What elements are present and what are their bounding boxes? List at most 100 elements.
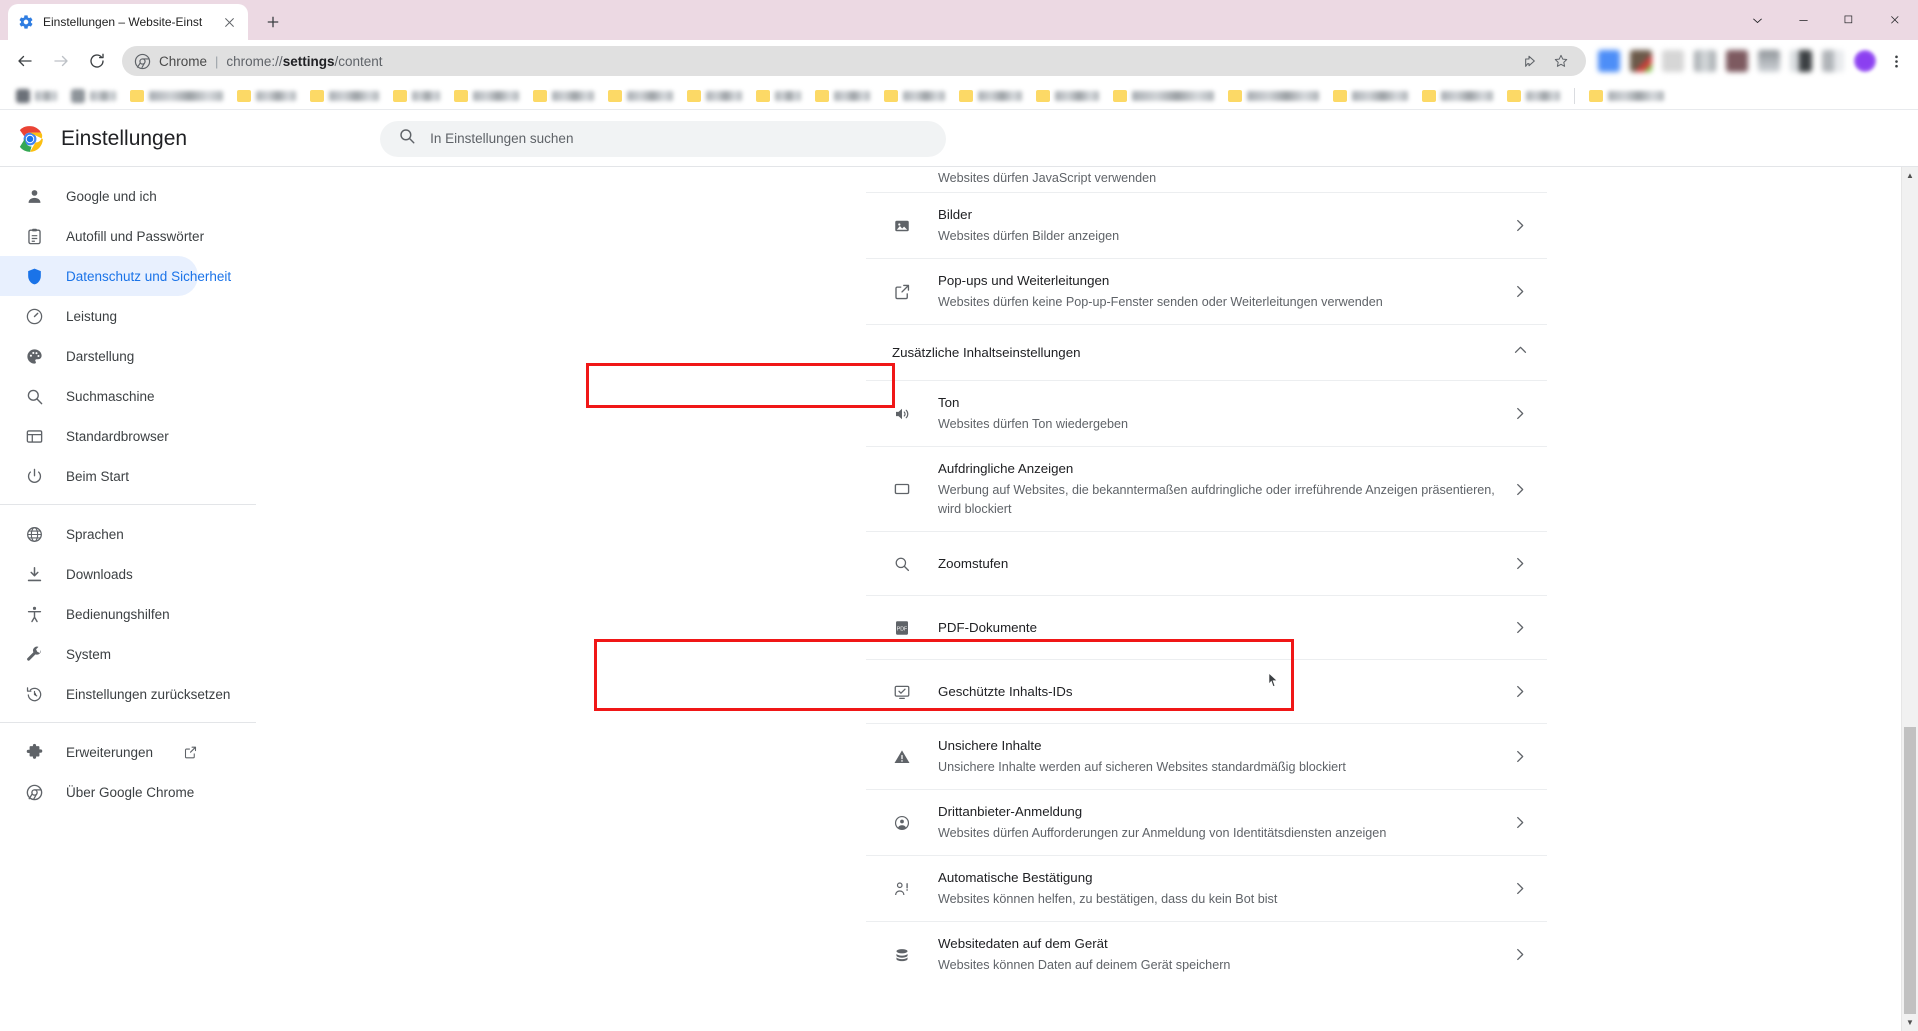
sidebar-item-leistung[interactable]: Leistung bbox=[0, 296, 198, 336]
section-header-zusaetzliche-inhaltseinstellungen[interactable]: Zusätzliche Inhaltseinstellungen bbox=[866, 325, 1547, 381]
forward-button[interactable] bbox=[44, 44, 78, 78]
sidebar-item-autofill[interactable]: Autofill und Passwörter bbox=[0, 216, 204, 256]
bookmark-label bbox=[90, 90, 116, 101]
bookmark-item[interactable] bbox=[65, 85, 122, 107]
sidebar-item-darstellung[interactable]: Darstellung bbox=[0, 336, 198, 376]
maximize-button[interactable] bbox=[1826, 0, 1872, 40]
setting-row-automatische-bestaetigung[interactable]: Automatische Bestätigung Websites können… bbox=[866, 856, 1547, 922]
sidebar-item-suchmaschine[interactable]: Suchmaschine bbox=[0, 376, 198, 416]
share-icon[interactable] bbox=[1520, 50, 1542, 72]
sidebar-item-google-und-ich[interactable]: Google und ich bbox=[0, 176, 198, 216]
bookmark-folder[interactable] bbox=[750, 85, 807, 107]
reload-button[interactable] bbox=[80, 44, 114, 78]
setting-row-ton[interactable]: Ton Websites dürfen Ton wiedergeben bbox=[866, 381, 1547, 447]
extension-icon[interactable] bbox=[1662, 50, 1684, 72]
setting-row-websitedaten-auf-dem-geraet[interactable]: Websitedaten auf dem Gerät Websites könn… bbox=[866, 922, 1547, 987]
chevron-right-icon[interactable] bbox=[1509, 683, 1529, 700]
window-close-button[interactable] bbox=[1872, 0, 1918, 40]
sidebar-item-downloads[interactable]: Downloads bbox=[0, 554, 198, 594]
chevron-right-icon[interactable] bbox=[1509, 748, 1529, 765]
tab-search-button[interactable] bbox=[1734, 0, 1780, 40]
setting-text: Automatische Bestätigung Websites können… bbox=[938, 856, 1509, 921]
chevron-right-icon[interactable] bbox=[1509, 555, 1529, 572]
bookmark-folder[interactable] bbox=[602, 85, 679, 107]
chevron-right-icon[interactable] bbox=[1509, 946, 1529, 963]
bookmark-folder[interactable] bbox=[304, 85, 385, 107]
extension-icon[interactable] bbox=[1598, 50, 1620, 72]
bookmark-folder[interactable] bbox=[1501, 85, 1566, 107]
settings-search-box[interactable]: In Einstellungen suchen bbox=[380, 120, 947, 157]
sidebar-item-zuruecksetzen[interactable]: Einstellungen zurücksetzen bbox=[0, 674, 230, 714]
extension-icon[interactable] bbox=[1726, 50, 1748, 72]
extension-icon[interactable] bbox=[1630, 50, 1652, 72]
chevron-right-icon[interactable] bbox=[1509, 481, 1529, 498]
chevron-right-icon[interactable] bbox=[1509, 283, 1529, 300]
sidebar-item-ueber-chrome[interactable]: Über Google Chrome bbox=[0, 772, 198, 812]
setting-row-aufdringliche-anzeigen[interactable]: Aufdringliche Anzeigen Werbung auf Websi… bbox=[866, 447, 1547, 532]
folder-icon bbox=[393, 89, 407, 102]
bookmark-folder[interactable] bbox=[387, 85, 446, 107]
bookmark-folder[interactable] bbox=[809, 85, 876, 107]
settings-body: Google und ich Autofill und Passwörter D… bbox=[0, 166, 1918, 1031]
setting-row-geschuetzte-inhalts-ids[interactable]: Geschützte Inhalts-IDs bbox=[866, 660, 1547, 724]
bookmark-folder[interactable] bbox=[124, 85, 229, 107]
back-button[interactable] bbox=[8, 44, 42, 78]
browser-tab[interactable]: Einstellungen – Website-Einst bbox=[8, 4, 248, 40]
setting-row-popups[interactable]: Pop-ups und Weiterleitungen Websites dür… bbox=[866, 259, 1547, 325]
bookmark-item[interactable] bbox=[10, 85, 63, 107]
bookmark-folder[interactable] bbox=[448, 85, 525, 107]
scrollbar-thumb[interactable] bbox=[1904, 727, 1916, 1014]
star-icon[interactable] bbox=[1550, 50, 1572, 72]
bookmark-folder[interactable] bbox=[1222, 85, 1325, 107]
chrome-icon bbox=[24, 782, 44, 802]
bookmark-label bbox=[1132, 90, 1214, 101]
setting-row-zoomstufen[interactable]: Zoomstufen bbox=[866, 532, 1547, 596]
scroll-down-button[interactable]: ▼ bbox=[1902, 1014, 1918, 1031]
bookmark-label bbox=[1608, 90, 1664, 101]
minimize-button[interactable] bbox=[1780, 0, 1826, 40]
bookmark-folder[interactable] bbox=[953, 85, 1028, 107]
bookmark-folder[interactable] bbox=[1030, 85, 1105, 107]
sidebar-item-sprachen[interactable]: Sprachen bbox=[0, 514, 198, 554]
chevron-right-icon[interactable] bbox=[1509, 814, 1529, 831]
bookmark-folder[interactable] bbox=[1583, 85, 1670, 107]
sidebar-item-datenschutz[interactable]: Datenschutz und Sicherheit bbox=[0, 256, 231, 296]
setting-row-pdf-dokumente[interactable]: PDF PDF-Dokumente bbox=[866, 596, 1547, 660]
setting-subtitle: Websites dürfen JavaScript verwenden bbox=[938, 171, 1157, 185]
sidebar-item-beim-start[interactable]: Beim Start bbox=[0, 456, 198, 496]
chevron-right-icon[interactable] bbox=[1509, 217, 1529, 234]
bookmark-folder[interactable] bbox=[878, 85, 951, 107]
setting-row-unsichere-inhalte[interactable]: Unsichere Inhalte Unsichere Inhalte werd… bbox=[866, 724, 1547, 790]
bookmark-folder[interactable] bbox=[1416, 85, 1499, 107]
setting-row-drittanbieter-anmeldung[interactable]: Drittanbieter-Anmeldung Websites dürfen … bbox=[866, 790, 1547, 856]
search-input[interactable]: In Einstellungen suchen bbox=[430, 131, 573, 146]
bookmark-folder[interactable] bbox=[1107, 85, 1220, 107]
chevron-up-icon[interactable] bbox=[1512, 342, 1529, 364]
address-bar[interactable]: Chrome | chrome://settings/content bbox=[122, 46, 1586, 76]
bookmark-folder[interactable] bbox=[527, 85, 600, 107]
setting-row-javascript[interactable]: Websites dürfen JavaScript verwenden bbox=[866, 167, 1547, 193]
sidebar-item-system[interactable]: System bbox=[0, 634, 198, 674]
bookmark-folder[interactable] bbox=[681, 85, 748, 107]
chevron-right-icon[interactable] bbox=[1509, 880, 1529, 897]
extension-icon[interactable] bbox=[1854, 50, 1876, 72]
sidebar-item-standardbrowser[interactable]: Standardbrowser bbox=[0, 416, 198, 456]
new-tab-button[interactable] bbox=[258, 7, 288, 37]
bookmark-folder[interactable] bbox=[231, 85, 302, 107]
sidebar-item-erweiterungen[interactable]: Erweiterungen bbox=[0, 732, 198, 772]
chevron-right-icon[interactable] bbox=[1509, 405, 1529, 422]
sidebar-item-bedienungshilfen[interactable]: Bedienungshilfen bbox=[0, 594, 198, 634]
bookmark-folder[interactable] bbox=[1327, 85, 1414, 107]
extension-icon[interactable] bbox=[1822, 50, 1844, 72]
extension-icon[interactable] bbox=[1694, 50, 1716, 72]
scroll-up-button[interactable]: ▲ bbox=[1902, 167, 1918, 184]
extension-icon[interactable] bbox=[1790, 50, 1812, 72]
chrome-menu-button[interactable] bbox=[1882, 44, 1910, 78]
extension-icon[interactable] bbox=[1758, 50, 1780, 72]
chevron-right-icon[interactable] bbox=[1509, 619, 1529, 636]
bookmark-label bbox=[1055, 90, 1099, 101]
close-icon[interactable] bbox=[220, 13, 238, 31]
vertical-scrollbar[interactable]: ▲ ▼ bbox=[1901, 167, 1918, 1031]
url-emphasis: settings bbox=[282, 53, 335, 69]
setting-row-bilder[interactable]: Bilder Websites dürfen Bilder anzeigen bbox=[866, 193, 1547, 259]
